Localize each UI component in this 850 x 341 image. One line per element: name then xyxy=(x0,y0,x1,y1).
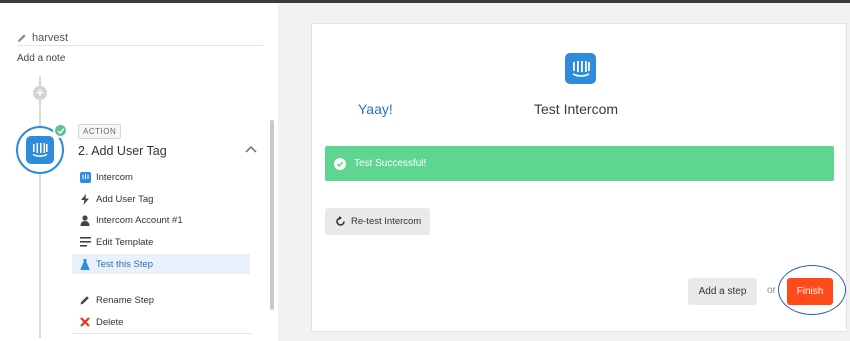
refresh-icon xyxy=(334,216,346,228)
sidebar-divider xyxy=(72,333,252,334)
retest-label: Re-test Intercom xyxy=(351,216,422,227)
add-note-link[interactable]: Add a note xyxy=(17,53,65,64)
user-icon xyxy=(77,210,93,230)
success-message: Test Successful! xyxy=(354,158,427,169)
add-step-plus-icon[interactable]: + xyxy=(33,86,47,100)
zap-step-name: harvest xyxy=(32,32,69,44)
sidebar-scrollbar[interactable] xyxy=(270,120,274,310)
flask-icon xyxy=(77,254,93,274)
add-step-button[interactable]: Add a step xyxy=(688,278,757,305)
success-greeting: Yaay! xyxy=(358,101,393,117)
step-complete-check-icon xyxy=(53,123,68,138)
intercom-icon xyxy=(77,167,93,187)
menu-item-test-step[interactable]: Test this Step xyxy=(72,254,250,274)
intercom-logo-icon xyxy=(26,136,54,164)
intercom-logo-icon xyxy=(565,53,596,84)
test-success-banner: Test Successful! xyxy=(325,146,834,181)
or-separator: or xyxy=(767,285,776,296)
bolt-icon xyxy=(77,189,93,209)
menu-item-action[interactable]: Add User Tag xyxy=(72,189,250,209)
action-type-badge: ACTION xyxy=(78,124,122,139)
menu-item-label: Edit Template xyxy=(96,236,154,248)
flow-connector-line xyxy=(39,76,41,338)
list-icon xyxy=(77,232,93,252)
delete-step-item[interactable]: Delete xyxy=(72,312,250,332)
chevron-up-icon[interactable] xyxy=(244,143,258,155)
menu-item-label: Intercom Account #1 xyxy=(96,214,183,226)
menu-item-label: Rename Step xyxy=(96,294,155,306)
zap-step-name-field[interactable]: harvest xyxy=(17,31,263,46)
test-title: Test Intercom xyxy=(534,101,619,117)
x-icon xyxy=(77,312,93,332)
check-circle-icon xyxy=(334,157,346,170)
step-title[interactable]: 2. Add User Tag xyxy=(78,144,167,158)
finish-button[interactable]: Finish xyxy=(787,278,833,305)
pencil-icon xyxy=(77,290,93,310)
pencil-icon xyxy=(18,34,26,42)
menu-item-label: Delete xyxy=(96,316,124,328)
menu-item-account[interactable]: Intercom Account #1 xyxy=(72,210,250,230)
menu-item-label: Intercom xyxy=(96,171,133,183)
retest-button[interactable]: Re-test Intercom xyxy=(325,208,430,235)
menu-item-edit-template[interactable]: Edit Template xyxy=(72,232,250,252)
menu-item-app[interactable]: Intercom xyxy=(72,167,250,187)
menu-item-label: Add User Tag xyxy=(96,193,154,205)
rename-step-item[interactable]: Rename Step xyxy=(72,290,250,310)
menu-item-label: Test this Step xyxy=(96,258,154,270)
